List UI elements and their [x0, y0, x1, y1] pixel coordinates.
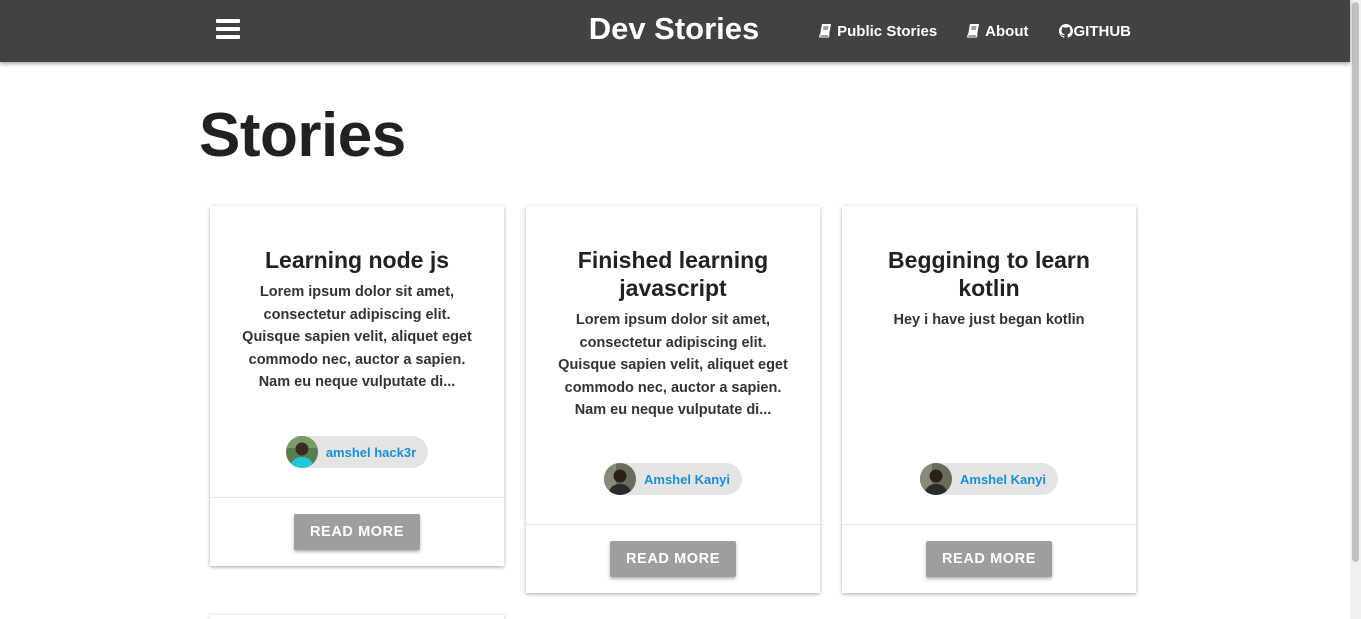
story-title: Learning node js: [264, 247, 450, 273]
nav-link-label: GITHUB: [1073, 22, 1132, 40]
read-more-button[interactable]: READ MORE: [293, 514, 420, 550]
nav-links: Public Stories About GITHUB: [789, 0, 1131, 62]
hamburger-menu-icon[interactable]: [216, 19, 240, 41]
author-name: Amshel Kanyi: [960, 471, 1046, 487]
story-card: Beggining to learn kotlin Hey i have jus…: [842, 206, 1136, 593]
nav-link-label: About: [985, 22, 1029, 40]
story-card: Finished learning javascript Lorem ipsum…: [526, 206, 820, 593]
page-title: Stories: [199, 101, 406, 170]
story-excerpt: Lorem ipsum dolor sit amet, consectetur …: [558, 312, 788, 418]
story-excerpt: Lorem ipsum dolor sit amet, consectetur …: [242, 284, 472, 390]
story-card: Learning node js Lorem ipsum dolor sit a…: [210, 206, 504, 566]
page-scrollbar[interactable]: [1350, 0, 1361, 619]
author-name: amshel hack3r: [325, 444, 417, 460]
story-title: Beggining to learn kotlin: [888, 247, 1090, 301]
brand-title[interactable]: Dev Stories: [574, 11, 774, 47]
author-avatar: [285, 436, 318, 468]
nav-link-public-stories[interactable]: Public Stories: [819, 23, 937, 40]
author-avatar: [604, 463, 636, 495]
story-excerpt: Hey i have just began kotlin: [893, 312, 1085, 328]
book-icon: [967, 24, 980, 38]
story-title: Finished learning javascript: [577, 247, 769, 301]
read-more-button[interactable]: READ MORE: [609, 541, 736, 577]
read-more-button[interactable]: READ MORE: [925, 541, 1052, 577]
author-chip[interactable]: Amshel Kanyi: [604, 463, 742, 495]
scrollbar-thumb[interactable]: [1352, 2, 1359, 562]
nav-link-github[interactable]: GITHUB: [1058, 22, 1132, 40]
story-card: [210, 615, 504, 619]
top-navbar: Dev Stories Public Stories About GITHUB: [0, 0, 1350, 62]
nav-link-label: Public Stories: [837, 22, 938, 40]
author-name: Amshel Kanyi: [644, 471, 730, 487]
author-avatar: [920, 463, 952, 495]
book-icon: [819, 24, 832, 38]
author-chip[interactable]: amshel hack3r: [285, 436, 429, 468]
github-icon: [1058, 24, 1073, 38]
nav-link-about[interactable]: About: [967, 22, 1029, 40]
author-chip[interactable]: Amshel Kanyi: [920, 463, 1058, 495]
